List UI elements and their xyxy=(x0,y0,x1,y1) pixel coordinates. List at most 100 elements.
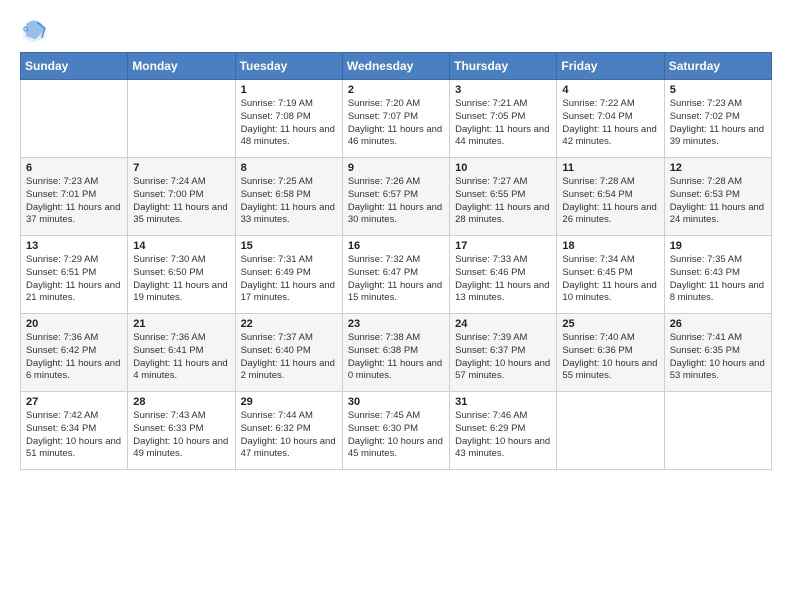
day-info: Sunrise: 7:20 AM Sunset: 7:07 PM Dayligh… xyxy=(348,98,444,149)
calendar-cell xyxy=(664,392,771,470)
calendar-week-2: 6 Sunrise: 7:23 AM Sunset: 7:01 PM Daylig… xyxy=(21,158,772,236)
calendar-cell: 8 Sunrise: 7:25 AM Sunset: 6:58 PM Daylig… xyxy=(235,158,342,236)
day-number: 27 xyxy=(26,396,122,408)
calendar-header-row: SundayMondayTuesdayWednesdayThursdayFrid… xyxy=(21,53,772,80)
day-number: 28 xyxy=(133,396,229,408)
calendar-cell: 1Sunrise: 7:19 AM Sunset: 7:08 PM Daylig… xyxy=(235,80,342,158)
logo-icon: G xyxy=(20,16,48,44)
day-number: 18 xyxy=(562,240,658,252)
col-header-wednesday: Wednesday xyxy=(342,53,449,80)
calendar-cell: 3 Sunrise: 7:21 AM Sunset: 7:05 PM Daylig… xyxy=(450,80,557,158)
calendar-cell xyxy=(21,80,128,158)
calendar-cell: 19 Sunrise: 7:35 AM Sunset: 6:43 PM Dayli… xyxy=(664,236,771,314)
calendar-cell: 24 Sunrise: 7:39 AM Sunset: 6:37 PM Dayli… xyxy=(450,314,557,392)
calendar-table: SundayMondayTuesdayWednesdayThursdayFrid… xyxy=(20,52,772,470)
day-number: 1 xyxy=(241,84,337,96)
day-info: Sunrise: 7:37 AM Sunset: 6:40 PM Dayligh… xyxy=(241,332,337,383)
day-number: 5 xyxy=(670,84,766,96)
day-info: Sunrise: 7:23 AM Sunset: 7:02 PM Dayligh… xyxy=(670,98,766,149)
calendar-cell xyxy=(128,80,235,158)
day-info: Sunrise: 7:40 AM Sunset: 6:36 PM Dayligh… xyxy=(562,332,658,383)
calendar-cell: 9Sunrise: 7:26 AM Sunset: 6:57 PM Daylig… xyxy=(342,158,449,236)
calendar-cell: 29Sunrise: 7:44 AM Sunset: 6:32 PM Dayli… xyxy=(235,392,342,470)
calendar-cell: 28Sunrise: 7:43 AM Sunset: 6:33 PM Dayli… xyxy=(128,392,235,470)
day-info: Sunrise: 7:23 AM Sunset: 7:01 PM Dayligh… xyxy=(26,176,122,227)
col-header-monday: Monday xyxy=(128,53,235,80)
calendar-cell: 27 Sunrise: 7:42 AM Sunset: 6:34 PM Dayli… xyxy=(21,392,128,470)
day-number: 22 xyxy=(241,318,337,330)
calendar-cell: 4 Sunrise: 7:22 AM Sunset: 7:04 PM Daylig… xyxy=(557,80,664,158)
calendar-week-5: 27 Sunrise: 7:42 AM Sunset: 6:34 PM Dayli… xyxy=(21,392,772,470)
day-number: 25 xyxy=(562,318,658,330)
day-info: Sunrise: 7:26 AM Sunset: 6:57 PM Dayligh… xyxy=(348,176,444,227)
col-header-friday: Friday xyxy=(557,53,664,80)
calendar-cell: 31 Sunrise: 7:46 AM Sunset: 6:29 PM Dayli… xyxy=(450,392,557,470)
calendar-cell: 13 Sunrise: 7:29 AM Sunset: 6:51 PM Dayli… xyxy=(21,236,128,314)
calendar-week-3: 13 Sunrise: 7:29 AM Sunset: 6:51 PM Dayli… xyxy=(21,236,772,314)
calendar-cell: 21 Sunrise: 7:36 AM Sunset: 6:41 PM Dayli… xyxy=(128,314,235,392)
day-info: Sunrise: 7:30 AM Sunset: 6:50 PM Dayligh… xyxy=(133,254,229,305)
day-info: Sunrise: 7:29 AM Sunset: 6:51 PM Dayligh… xyxy=(26,254,122,305)
day-number: 19 xyxy=(670,240,766,252)
day-number: 4 xyxy=(562,84,658,96)
col-header-sunday: Sunday xyxy=(21,53,128,80)
calendar-cell: 23 Sunrise: 7:38 AM Sunset: 6:38 PM Dayli… xyxy=(342,314,449,392)
day-info: Sunrise: 7:28 AM Sunset: 6:53 PM Dayligh… xyxy=(670,176,766,227)
calendar-week-1: 1Sunrise: 7:19 AM Sunset: 7:08 PM Daylig… xyxy=(21,80,772,158)
calendar-cell: 2 Sunrise: 7:20 AM Sunset: 7:07 PM Daylig… xyxy=(342,80,449,158)
day-info: Sunrise: 7:25 AM Sunset: 6:58 PM Dayligh… xyxy=(241,176,337,227)
day-info: Sunrise: 7:32 AM Sunset: 6:47 PM Dayligh… xyxy=(348,254,444,305)
calendar-cell: 16Sunrise: 7:32 AM Sunset: 6:47 PM Dayli… xyxy=(342,236,449,314)
calendar-cell: 6 Sunrise: 7:23 AM Sunset: 7:01 PM Daylig… xyxy=(21,158,128,236)
calendar-cell: 5 Sunrise: 7:23 AM Sunset: 7:02 PM Daylig… xyxy=(664,80,771,158)
day-number: 24 xyxy=(455,318,551,330)
day-info: Sunrise: 7:36 AM Sunset: 6:42 PM Dayligh… xyxy=(26,332,122,383)
calendar-cell: 18 Sunrise: 7:34 AM Sunset: 6:45 PM Dayli… xyxy=(557,236,664,314)
day-number: 10 xyxy=(455,162,551,174)
day-number: 15 xyxy=(241,240,337,252)
calendar-cell: 22 Sunrise: 7:37 AM Sunset: 6:40 PM Dayli… xyxy=(235,314,342,392)
day-info: Sunrise: 7:36 AM Sunset: 6:41 PM Dayligh… xyxy=(133,332,229,383)
day-info: Sunrise: 7:31 AM Sunset: 6:49 PM Dayligh… xyxy=(241,254,337,305)
page-header: G xyxy=(20,16,772,44)
day-info: Sunrise: 7:46 AM Sunset: 6:29 PM Dayligh… xyxy=(455,410,551,461)
svg-text:G: G xyxy=(23,27,29,34)
calendar-cell xyxy=(557,392,664,470)
col-header-tuesday: Tuesday xyxy=(235,53,342,80)
calendar-cell: 14 Sunrise: 7:30 AM Sunset: 6:50 PM Dayli… xyxy=(128,236,235,314)
calendar-cell: 26 Sunrise: 7:41 AM Sunset: 6:35 PM Dayli… xyxy=(664,314,771,392)
day-number: 14 xyxy=(133,240,229,252)
calendar-cell: 30Sunrise: 7:45 AM Sunset: 6:30 PM Dayli… xyxy=(342,392,449,470)
day-number: 7 xyxy=(133,162,229,174)
day-info: Sunrise: 7:39 AM Sunset: 6:37 PM Dayligh… xyxy=(455,332,551,383)
day-info: Sunrise: 7:42 AM Sunset: 6:34 PM Dayligh… xyxy=(26,410,122,461)
day-number: 3 xyxy=(455,84,551,96)
day-number: 23 xyxy=(348,318,444,330)
day-number: 8 xyxy=(241,162,337,174)
day-info: Sunrise: 7:33 AM Sunset: 6:46 PM Dayligh… xyxy=(455,254,551,305)
day-number: 6 xyxy=(26,162,122,174)
day-info: Sunrise: 7:27 AM Sunset: 6:55 PM Dayligh… xyxy=(455,176,551,227)
day-number: 2 xyxy=(348,84,444,96)
day-number: 21 xyxy=(133,318,229,330)
day-info: Sunrise: 7:22 AM Sunset: 7:04 PM Dayligh… xyxy=(562,98,658,149)
calendar-cell: 11Sunrise: 7:28 AM Sunset: 6:54 PM Dayli… xyxy=(557,158,664,236)
calendar-cell: 20 Sunrise: 7:36 AM Sunset: 6:42 PM Dayli… xyxy=(21,314,128,392)
calendar-cell: 17 Sunrise: 7:33 AM Sunset: 6:46 PM Dayli… xyxy=(450,236,557,314)
day-number: 20 xyxy=(26,318,122,330)
calendar-cell: 15 Sunrise: 7:31 AM Sunset: 6:49 PM Dayli… xyxy=(235,236,342,314)
day-info: Sunrise: 7:28 AM Sunset: 6:54 PM Dayligh… xyxy=(562,176,658,227)
calendar-week-4: 20 Sunrise: 7:36 AM Sunset: 6:42 PM Dayli… xyxy=(21,314,772,392)
day-info: Sunrise: 7:38 AM Sunset: 6:38 PM Dayligh… xyxy=(348,332,444,383)
day-info: Sunrise: 7:21 AM Sunset: 7:05 PM Dayligh… xyxy=(455,98,551,149)
day-number: 31 xyxy=(455,396,551,408)
calendar-cell: 7 Sunrise: 7:24 AM Sunset: 7:00 PM Daylig… xyxy=(128,158,235,236)
day-number: 17 xyxy=(455,240,551,252)
day-number: 13 xyxy=(26,240,122,252)
day-number: 26 xyxy=(670,318,766,330)
col-header-thursday: Thursday xyxy=(450,53,557,80)
day-info: Sunrise: 7:24 AM Sunset: 7:00 PM Dayligh… xyxy=(133,176,229,227)
day-info: Sunrise: 7:41 AM Sunset: 6:35 PM Dayligh… xyxy=(670,332,766,383)
day-info: Sunrise: 7:35 AM Sunset: 6:43 PM Dayligh… xyxy=(670,254,766,305)
day-info: Sunrise: 7:34 AM Sunset: 6:45 PM Dayligh… xyxy=(562,254,658,305)
